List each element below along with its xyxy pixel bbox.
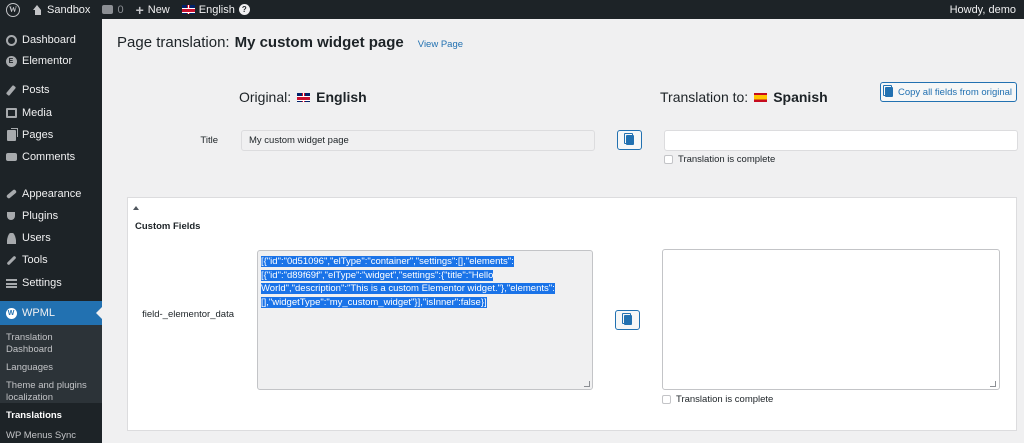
sidebar-item-settings[interactable]: Settings: [0, 272, 102, 294]
title-translation-input[interactable]: [664, 130, 1018, 151]
checkbox-label: Translation is complete: [676, 394, 774, 405]
translation-language: Spanish: [773, 89, 828, 105]
sidebar-item-appearance[interactable]: Appearance: [0, 183, 102, 205]
view-page-link[interactable]: View Page: [418, 39, 463, 50]
help-icon[interactable]: ?: [238, 4, 250, 15]
sidebar-item-label: Plugins: [22, 210, 59, 222]
sidebar-item-media[interactable]: Media: [0, 102, 102, 124]
sidebar-item-label: Users: [22, 232, 51, 244]
sidebar-item-label: Appearance: [22, 188, 82, 200]
submenu-item-languages[interactable]: Languages: [6, 362, 98, 374]
resize-handle-icon[interactable]: [584, 381, 590, 387]
spain-flag-icon: [754, 92, 768, 102]
page-heading: Page translation: My custom widget page …: [117, 34, 463, 51]
admin-bar: W Sandbox 0 + New English ? Howdy, demo: [0, 0, 1024, 19]
uk-flag-icon: [181, 5, 195, 14]
collapse-arrow-icon[interactable]: [133, 206, 139, 210]
user-icon: [5, 232, 17, 244]
plus-icon: +: [135, 1, 144, 18]
brush-icon: [5, 188, 17, 200]
sliders-icon: [5, 277, 17, 289]
sidebar-item-tools[interactable]: Tools: [0, 249, 102, 271]
custom-fields-title: Custom Fields: [135, 221, 201, 232]
elementor-data-translation-textarea[interactable]: [662, 249, 1000, 390]
elementor-data-field-label: field-_elementor_data: [142, 309, 234, 320]
sidebar-item-label: Media: [22, 107, 52, 119]
copy-all-label: Copy all fields from original: [897, 86, 1013, 98]
new-label: New: [147, 3, 170, 16]
elementor-data-original-textarea: [{"id":"0d51096","elType":"container","s…: [257, 250, 593, 390]
dashboard-icon: [5, 34, 17, 46]
sidebar-item-wpml[interactable]: W WPML: [0, 301, 102, 325]
page-title-label: Page translation:: [117, 34, 230, 51]
sidebar-item-posts[interactable]: Posts: [0, 79, 102, 101]
elementor-data-original-value: [{"id":"0d51096","elType":"container","s…: [261, 256, 555, 308]
account-menu[interactable]: Howdy, demo: [944, 0, 1024, 19]
sidebar-item-label: Pages: [22, 129, 54, 141]
title-complete-checkbox[interactable]: Translation is complete: [664, 154, 775, 165]
submenu-item-theme-plugins-localization[interactable]: Theme and plugins localization: [6, 380, 98, 404]
plug-icon: [5, 210, 17, 222]
new-content-link[interactable]: + New: [130, 0, 176, 19]
copy-elementor-data-button[interactable]: [615, 310, 640, 330]
pages-icon: [5, 129, 17, 141]
sidebar-item-users[interactable]: Users: [0, 227, 102, 249]
comment-icon: [5, 151, 17, 163]
original-label: Original:: [239, 89, 292, 105]
translation-label: Translation to:: [660, 89, 749, 105]
sidebar-item-label: Dashboard: [22, 34, 76, 46]
pin-icon: [5, 84, 17, 96]
elementor-data-complete-checkbox[interactable]: Translation is complete: [662, 394, 773, 405]
submenu-item-translation-dashboard[interactable]: Translation Dashboard: [6, 332, 98, 356]
wpml-icon: W: [5, 307, 17, 319]
greeting: Howdy, demo: [949, 3, 1016, 16]
comments-count: 0: [117, 3, 124, 16]
checkbox[interactable]: [662, 395, 671, 404]
sidebar-item-plugins[interactable]: Plugins: [0, 205, 102, 227]
translation-column-header: Translation to: Spanish: [660, 89, 828, 105]
sidebar-item-label: Comments: [22, 151, 76, 163]
copy-icon: [621, 313, 632, 325]
title-original-value: My custom widget page: [249, 135, 349, 146]
sidebar-item-label: Elementor: [22, 55, 73, 67]
submenu-item-wp-menus-sync[interactable]: WP Menus Sync: [6, 430, 98, 442]
copy-title-button[interactable]: [617, 130, 642, 150]
site-name-link[interactable]: Sandbox: [26, 0, 96, 19]
wordpress-icon: W: [6, 2, 20, 17]
sidebar-item-pages[interactable]: Pages: [0, 124, 102, 146]
comments-link[interactable]: 0: [96, 0, 129, 19]
sidebar-item-dashboard[interactable]: Dashboard: [0, 29, 102, 51]
elementor-icon: E: [5, 55, 17, 67]
checkbox[interactable]: [664, 155, 673, 164]
resize-handle-icon[interactable]: [990, 381, 996, 387]
copy-icon: [623, 133, 634, 145]
sidebar-item-label: Tools: [22, 254, 48, 266]
language-label: English: [198, 3, 235, 16]
wordpress-logo-button[interactable]: W: [0, 0, 26, 19]
comment-bubble-icon: [102, 5, 114, 14]
original-column-header: Original: English: [239, 89, 367, 105]
sidebar-item-comments[interactable]: Comments: [0, 146, 102, 168]
copy-all-fields-button[interactable]: Copy all fields from original: [880, 82, 1017, 102]
current-menu-arrow-icon: [96, 307, 102, 319]
title-original-field: My custom widget page: [241, 130, 595, 151]
language-switcher[interactable]: English ?: [176, 0, 256, 19]
sidebar-item-label: Posts: [22, 84, 50, 96]
sidebar-item-elementor[interactable]: E Elementor: [0, 50, 102, 72]
original-language: English: [316, 89, 367, 105]
admin-sidebar: Dashboard E Elementor Posts Media Pages …: [0, 19, 102, 443]
site-name: Sandbox: [47, 3, 91, 16]
uk-flag-icon: [297, 92, 311, 102]
page-title: My custom widget page: [234, 34, 404, 51]
title-field-label: Title: [200, 135, 218, 146]
home-icon: [32, 4, 43, 15]
submenu-item-translations[interactable]: Translations: [6, 410, 98, 422]
wpml-submenu: Translation Dashboard Languages Theme an…: [0, 325, 102, 441]
copy-icon: [882, 85, 893, 97]
sidebar-item-label: WPML: [22, 307, 55, 319]
checkbox-label: Translation is complete: [678, 154, 776, 165]
sidebar-item-label: Settings: [22, 277, 62, 289]
media-icon: [5, 107, 17, 119]
wrench-icon: [5, 254, 17, 266]
